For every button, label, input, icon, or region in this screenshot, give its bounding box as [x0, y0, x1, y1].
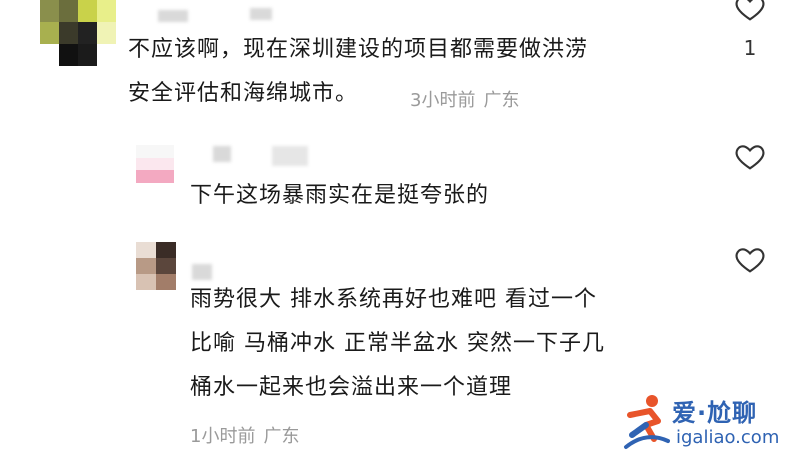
username-blurred[interactable]: [213, 146, 231, 162]
comment-text-line: 安全评估和海绵城市。: [128, 81, 359, 106]
avatar[interactable]: [40, 0, 116, 66]
watermark-brand: 爱·尬聊: [672, 399, 758, 427]
comment-meta: 1小时前 广东: [190, 422, 299, 448]
comment-text-line: 下午这场暴雨实在是挺夸张的: [190, 183, 490, 208]
username-blurred[interactable]: [250, 8, 272, 20]
comment-text-line: 比喻 马桶冲水 正常半盆水 突然一下子几: [190, 331, 605, 356]
runner-logo-icon: [624, 395, 670, 449]
comment-time: 3小时前: [410, 90, 476, 111]
username-blurred[interactable]: [192, 264, 212, 280]
username-blurred[interactable]: [158, 10, 188, 22]
heart-outline-icon[interactable]: [733, 244, 767, 276]
like-count: 1: [743, 36, 757, 60]
comment-location: 广东: [263, 426, 300, 447]
avatar[interactable]: [136, 145, 174, 183]
watermark: 爱·尬聊 igaliao.com: [620, 387, 790, 457]
comment-time: 1小时前: [190, 426, 256, 447]
watermark-url: igaliao.com: [676, 427, 780, 448]
username-blurred[interactable]: [272, 146, 308, 166]
comment-location: 广东: [483, 90, 520, 111]
comment-text-line: 雨势很大 排水系统再好也难吧 看过一个: [190, 287, 597, 312]
comment-text-line: 桶水一起来也会溢出来一个道理: [190, 375, 513, 400]
heart-outline-icon[interactable]: [733, 0, 767, 24]
heart-outline-icon[interactable]: [733, 141, 767, 173]
avatar[interactable]: [136, 242, 176, 290]
comment-text-line: 不应该啊，现在深圳建设的项目都需要做洪涝: [128, 37, 589, 62]
comment-meta: 3小时前 广东: [410, 86, 519, 112]
